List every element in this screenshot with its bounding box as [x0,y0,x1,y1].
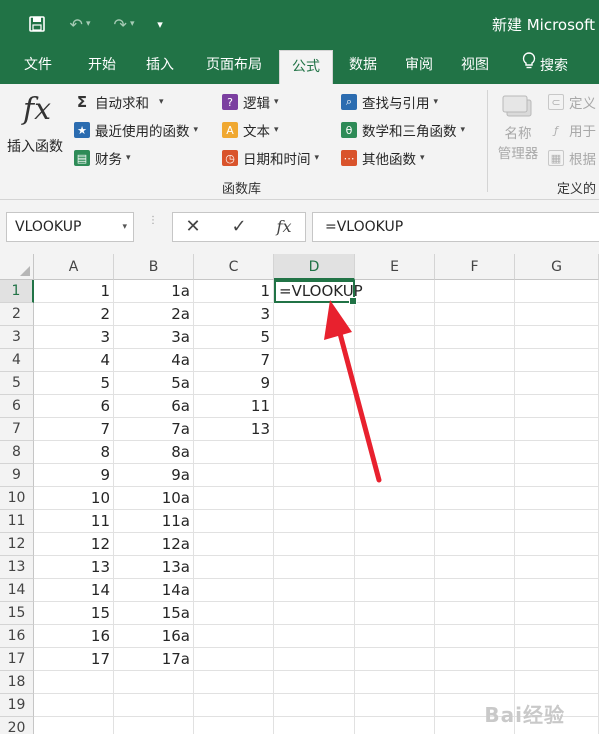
define-name-button[interactable]: ⊂ 定义 [548,90,596,114]
sigma-icon: Σ [76,93,88,111]
insert-function-label: 插入函数 [7,139,63,155]
lightbulb-icon [522,49,536,83]
logical-icon: ? [222,94,238,110]
fx-icon: fx [23,92,52,127]
tab-view[interactable]: 视图 [450,48,500,84]
autosum-button[interactable]: Σ 自动求和 ▾ [74,90,164,114]
text-label: 文本 [243,124,270,140]
use-in-formula-label: 用于 [569,124,596,140]
group-separator [487,90,488,192]
recent-functions-label: 最近使用的函数 [95,124,190,140]
redo-icon[interactable]: ↷ ▾ [104,0,144,48]
tab-data[interactable]: 数据 [338,48,388,84]
tab-formulas[interactable]: 公式 [279,50,333,84]
title-bar: ↶ ▾ ↷ ▾ ▾ 新建 Microsoft [0,0,599,48]
define-name-label: 定义 [569,96,596,112]
watermark: Bai经验 [484,703,565,727]
ribbon-formulas: fx 插入函数 Σ 自动求和 ▾ ★ 最近使用的函数 ▾ ▤ 财务 ▾ ? 逻辑… [0,84,599,200]
name-box[interactable]: VLOOKUP ▾ [6,212,134,242]
ribbon-tabs: 文件 开始 插入 页面布局 公式 数据 审阅 视图 搜索 [0,48,599,84]
grid-icon: ▦ [548,150,564,166]
name-manager-icon [501,94,535,120]
name-manager-label-1: 名称 [504,126,532,142]
fx-small-icon: ƒ [554,123,558,137]
lookup-label: 查找与引用 [362,96,430,112]
recent-functions-button[interactable]: ★ 最近使用的函数 ▾ [74,118,198,142]
tab-search[interactable]: 搜索 [514,48,576,84]
datetime-label: 日期和时间 [243,152,311,168]
autosum-label: 自动求和 [95,96,149,112]
defined-names-group-label: 定义的 [557,182,597,197]
tab-review[interactable]: 审阅 [394,48,444,84]
more-functions-button[interactable]: ⋯ 其他函数 ▾ [341,146,425,170]
formula-input[interactable]: =VLOOKUP [312,212,599,242]
window-title: 新建 Microsoft [491,16,595,34]
chevron-down-icon: ▾ [193,125,199,135]
customize-qat-icon[interactable]: ▾ [150,0,170,48]
clock-icon: ◷ [222,150,238,166]
text-button[interactable]: A 文本 ▾ [222,118,279,142]
financial-label: 财务 [95,152,122,168]
tag-icon: ⊂ [548,94,564,110]
worksheet-grid: ABCDEFG 1 2 3 4 5 6 7 8 9 10 11 12 13 14 15 16 17 18 19 20 … [0,254,599,734]
chevron-down-icon: ▾ [314,153,320,163]
lookup-reference-button[interactable]: ⌕ 查找与引用 ▾ [341,90,438,114]
search-label: 搜索 [540,58,568,74]
chevron-down-icon[interactable]: ▾ [122,213,127,241]
tab-page-layout[interactable]: 页面布局 [196,48,272,84]
more-functions-label: 其他函数 [362,152,416,168]
use-in-formula-button[interactable]: ƒ 用于 [548,118,596,142]
cancel-icon[interactable]: ✕ [181,216,205,238]
logical-label: 逻辑 [243,96,270,112]
chevron-down-icon: ▾ [274,97,279,107]
text-icon: A [222,122,238,138]
financial-icon: ▤ [74,150,90,166]
red-arrow-annotation [324,300,382,483]
formula-bar: VLOOKUP ▾ ⋮ ✕ ✓ fx =VLOOKUP [0,200,599,254]
tab-home[interactable]: 开始 [76,48,128,84]
math-icon: θ [341,122,357,138]
drag-handle-icon[interactable]: ⋮ [148,216,158,236]
math-trig-button[interactable]: θ 数学和三角函数 ▾ [341,118,465,142]
undo-icon[interactable]: ↶ ▾ [60,0,100,48]
tab-file[interactable]: 文件 [12,48,64,84]
create-from-selection-label: 根据 [569,152,596,168]
name-manager-button[interactable]: 名称 管理器 [492,94,544,174]
datetime-button[interactable]: ◷ 日期和时间 ▾ [222,146,319,170]
financial-button[interactable]: ▤ 财务 ▾ [74,146,131,170]
logical-button[interactable]: ? 逻辑 ▾ [222,90,279,114]
chevron-down-icon: ▾ [420,153,425,163]
formula-buttons: ✕ ✓ fx [172,212,306,242]
insert-function-button[interactable]: fx 插入函数 [2,88,72,166]
chevron-down-icon: ▾ [126,153,131,163]
enter-icon[interactable]: ✓ [227,216,251,238]
create-from-selection-button[interactable]: ▦ 根据 [548,146,596,170]
chevron-down-icon: ▾ [460,125,466,135]
insert-function-icon[interactable]: fx [272,216,296,238]
math-label: 数学和三角函数 [362,124,457,140]
more-functions-icon: ⋯ [341,150,357,166]
chevron-down-icon: ▾ [159,97,164,107]
star-icon: ★ [74,122,90,138]
function-library-group-label: 函数库 [222,182,262,197]
name-box-value: VLOOKUP [15,219,82,235]
tab-insert[interactable]: 插入 [134,48,186,84]
name-manager-label-2: 管理器 [497,146,539,162]
save-icon[interactable] [24,0,50,48]
chevron-down-icon: ▾ [274,125,279,135]
lookup-icon: ⌕ [341,94,357,110]
chevron-down-icon: ▾ [433,97,439,107]
